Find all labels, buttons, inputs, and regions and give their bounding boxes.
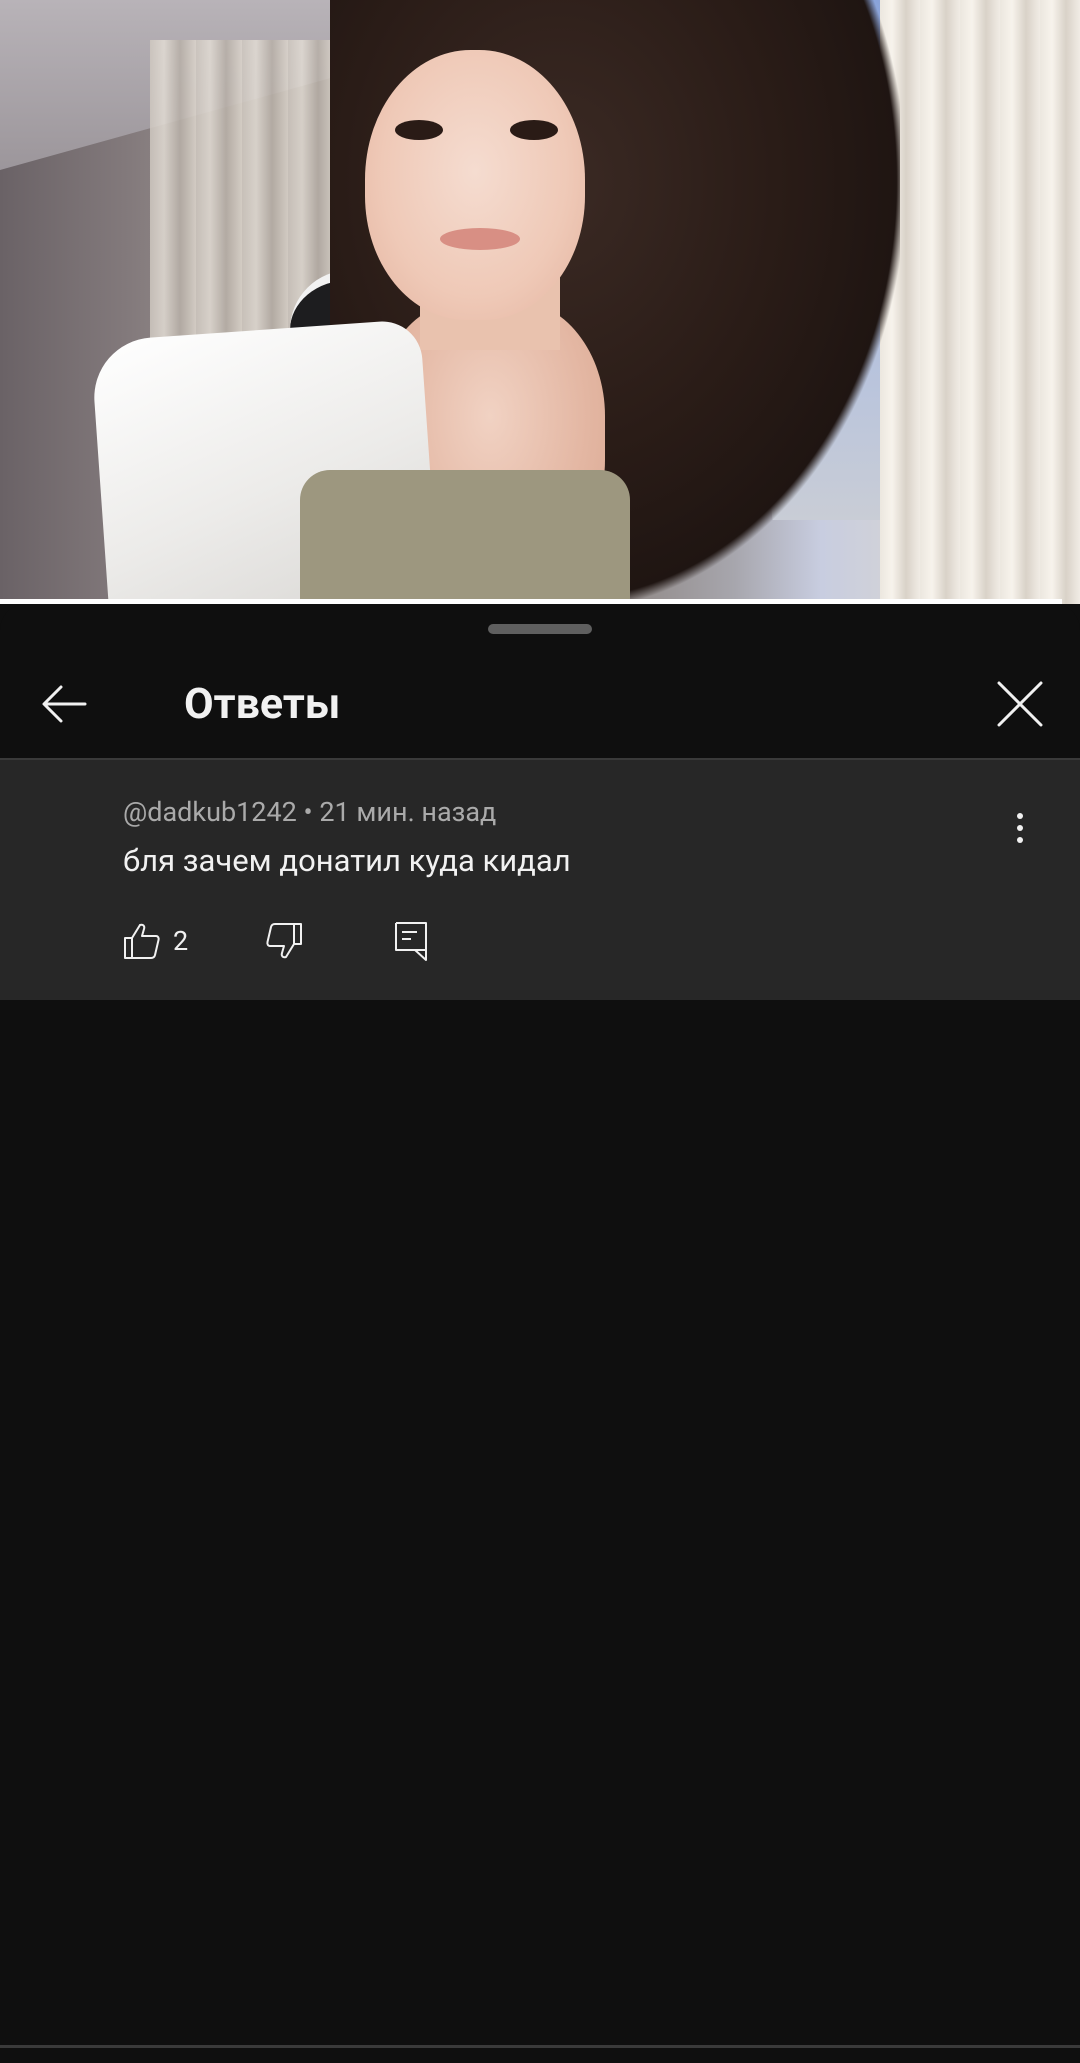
video-frame-curtain-right <box>880 0 1080 604</box>
thumbs-up-icon <box>124 923 160 959</box>
drag-handle[interactable] <box>488 624 592 634</box>
comment-time: 21 мин. назад <box>319 796 497 828</box>
comment-more-button[interactable] <box>1000 800 1040 856</box>
more-vert-icon <box>1017 813 1023 819</box>
reply-icon <box>395 922 427 961</box>
video-frame-lips <box>440 228 520 250</box>
arrow-left-icon <box>42 685 87 723</box>
video-frame-top <box>300 470 630 604</box>
dislike-button[interactable] <box>265 922 303 964</box>
comment-author[interactable]: @dadkub1242 <box>123 796 297 828</box>
comment-actions: 2 <box>123 918 723 978</box>
parent-comment: @dadkub1242 • 21 мин. назад бля зачем до… <box>0 760 1080 1000</box>
sheet-title: Ответы <box>184 679 341 729</box>
video-frame-eye-left <box>395 120 443 140</box>
sheet-header: Ответы <box>0 654 1080 758</box>
close-button[interactable] <box>986 670 1054 738</box>
thumbs-down-icon <box>266 923 302 959</box>
replies-sheet: Ответы @dadkub1242 • 21 мин. назад бля з… <box>0 604 1080 2063</box>
meta-separator: • <box>303 796 313 828</box>
close-icon <box>997 681 1043 727</box>
comment-meta: @dadkub1242 • 21 мин. назад <box>123 794 496 830</box>
more-vert-icon-dot <box>1017 825 1023 831</box>
back-button[interactable] <box>32 672 96 736</box>
comment-text: бля зачем донатил куда кидал <box>123 842 571 879</box>
video-frame-face <box>365 50 585 320</box>
like-button[interactable]: 2 <box>123 922 188 960</box>
more-vert-icon-dot <box>1017 837 1023 843</box>
screen: Ответы @dadkub1242 • 21 мин. назад бля з… <box>0 0 1080 2063</box>
reply-button[interactable] <box>393 920 429 966</box>
like-count: 2 <box>173 925 189 957</box>
bottom-divider <box>0 2045 1080 2048</box>
video-player[interactable] <box>0 0 1080 604</box>
video-frame-eye-right <box>510 120 558 140</box>
